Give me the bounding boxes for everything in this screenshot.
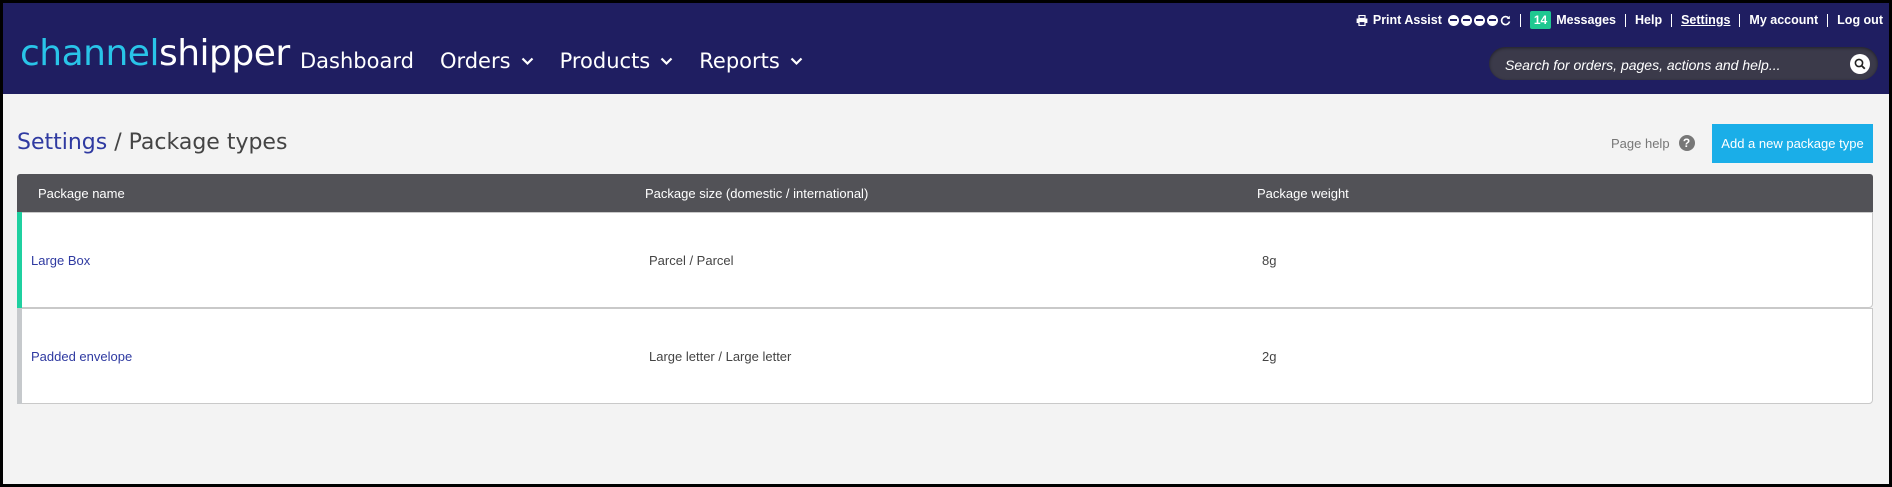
chevron-down-icon	[660, 57, 673, 66]
nav-orders[interactable]: Orders	[440, 49, 534, 73]
breadcrumb-settings[interactable]: Settings	[17, 130, 107, 155]
table-row[interactable]: Padded envelope Large letter / Large let…	[17, 308, 1873, 404]
nav-products-label: Products	[559, 49, 651, 73]
column-header-package-size: Package size (domestic / international)	[645, 186, 869, 201]
utility-bar: Print Assist 14 Messages Help Settings M…	[1356, 11, 1883, 29]
status-minus-icon	[1473, 14, 1485, 26]
divider	[1625, 13, 1626, 27]
column-header-package-weight: Package weight	[1257, 186, 1349, 201]
log-out-link[interactable]: Log out	[1837, 13, 1883, 27]
package-weight: 2g	[1262, 349, 1277, 364]
page-title-text: Package types	[128, 130, 288, 155]
add-package-type-button[interactable]: Add a new package type	[1712, 124, 1873, 163]
row-status-accent	[17, 308, 22, 404]
status-minus-icon	[1447, 14, 1459, 26]
chevron-down-icon	[521, 57, 534, 66]
nav-dashboard[interactable]: Dashboard	[300, 49, 414, 73]
status-minus-icon	[1486, 14, 1498, 26]
search-input[interactable]	[1503, 47, 1837, 82]
messages-count-badge[interactable]: 14	[1529, 11, 1552, 29]
page-help-label: Page help	[1611, 135, 1670, 151]
help-link[interactable]: Help	[1635, 13, 1662, 27]
global-search	[1489, 47, 1878, 82]
divider	[1827, 13, 1829, 27]
column-header-package-name: Package name	[38, 186, 125, 201]
settings-link[interactable]: Settings	[1681, 13, 1730, 27]
print-assist-link[interactable]: Print Assist	[1373, 13, 1442, 27]
top-header: channelshipper Dashboard Orders Products…	[3, 3, 1889, 94]
status-minus-icon	[1460, 14, 1472, 26]
divider	[1739, 13, 1741, 27]
package-size: Large letter / Large letter	[649, 349, 792, 364]
nav-reports[interactable]: Reports	[699, 49, 803, 73]
package-weight: 8g	[1262, 253, 1277, 268]
messages-link[interactable]: Messages	[1556, 13, 1616, 27]
channelshipper-logo[interactable]: channelshipper	[20, 34, 290, 74]
package-name-link[interactable]: Padded envelope	[31, 349, 132, 364]
refresh-icon[interactable]	[1500, 15, 1511, 26]
main-nav: Dashboard Orders Products Reports	[300, 49, 829, 73]
package-size: Parcel / Parcel	[649, 253, 734, 268]
breadcrumb-separator: /	[107, 130, 129, 155]
logo-part-shipper: shipper	[158, 33, 290, 74]
table-row[interactable]: Large Box Parcel / Parcel 8g	[17, 212, 1873, 308]
page-title: Settings / Package types	[17, 130, 287, 155]
row-status-accent	[17, 212, 22, 308]
nav-products[interactable]: Products	[560, 49, 674, 73]
printer-icon[interactable]	[1356, 14, 1368, 26]
logo-part-channel: channel	[20, 33, 159, 74]
print-assist-status	[1447, 14, 1511, 26]
nav-orders-label: Orders	[439, 49, 511, 73]
search-icon[interactable]	[1850, 54, 1870, 74]
divider	[1519, 13, 1521, 27]
divider	[1671, 13, 1673, 27]
nav-dashboard-label: Dashboard	[300, 49, 414, 73]
nav-reports-label: Reports	[699, 49, 780, 73]
chevron-down-icon	[790, 57, 803, 66]
table-header: Package name Package size (domestic / in…	[17, 174, 1873, 212]
question-circle-icon: ?	[1678, 135, 1695, 151]
package-name-link[interactable]: Large Box	[31, 253, 90, 268]
app-frame: channelshipper Dashboard Orders Products…	[3, 3, 1889, 484]
my-account-link[interactable]: My account	[1749, 13, 1818, 27]
page-help-link[interactable]: Page help ?	[1611, 135, 1695, 151]
